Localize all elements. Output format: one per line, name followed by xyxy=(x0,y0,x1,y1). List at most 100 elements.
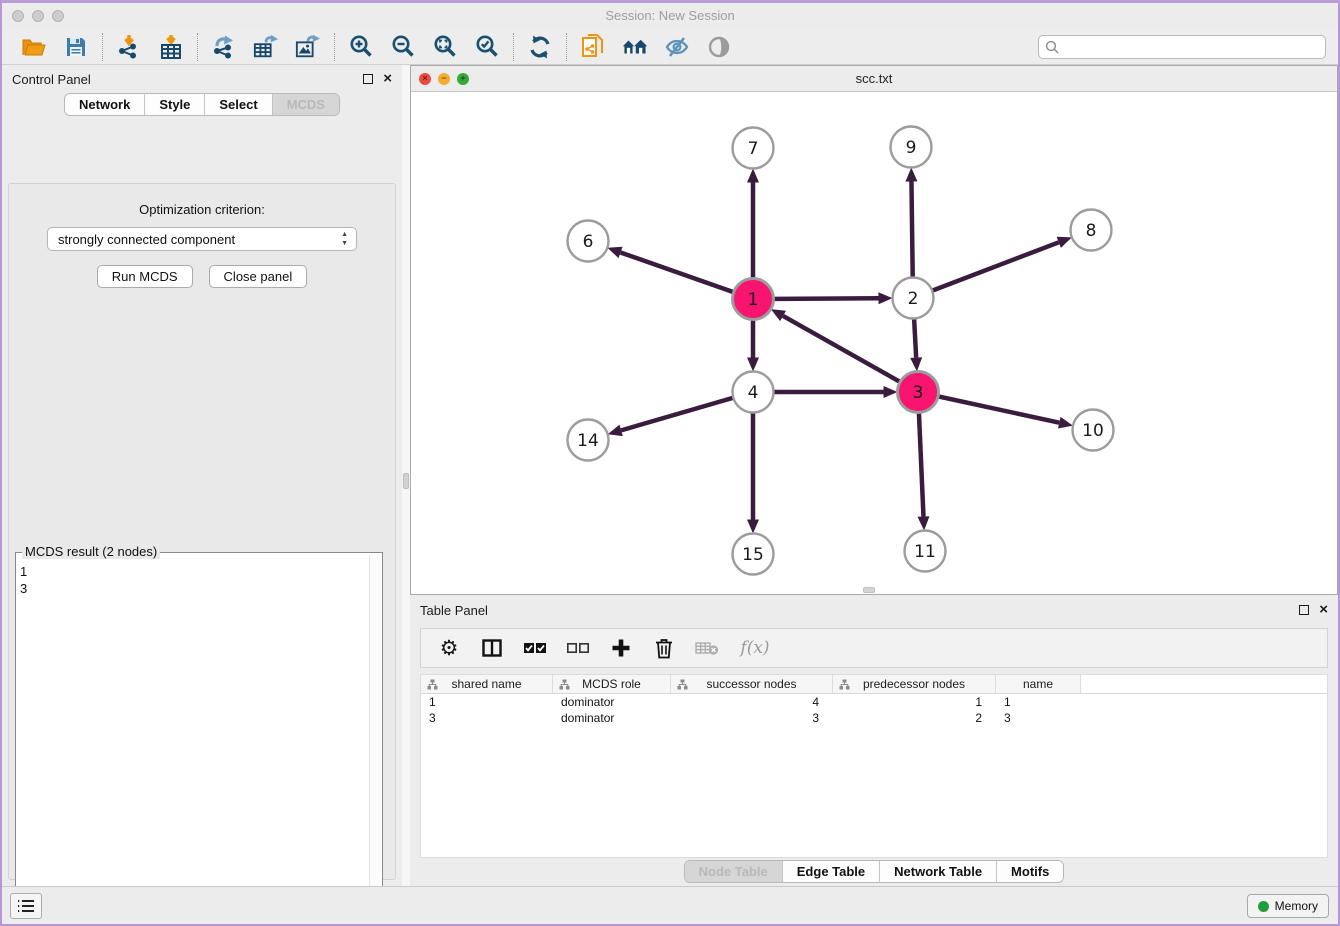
run-mcds-button[interactable]: Run MCDS xyxy=(97,265,193,288)
float-panel-icon[interactable] xyxy=(363,74,373,84)
optimization-criterion-label: Optimization criterion: xyxy=(9,202,395,217)
node-3[interactable]: 3 xyxy=(898,372,939,413)
fit-content-icon[interactable] xyxy=(432,34,458,60)
tab-edge-table[interactable]: Edge Table xyxy=(783,861,880,882)
node-1[interactable]: 1 xyxy=(733,279,774,320)
memory-button[interactable]: Memory xyxy=(1247,894,1329,918)
cell[interactable]: 3 xyxy=(996,710,1081,726)
svg-text:7: 7 xyxy=(748,139,759,159)
statusbar: Memory xyxy=(2,886,1338,924)
clone-network-icon[interactable] xyxy=(580,34,606,60)
edge-2-8[interactable] xyxy=(913,242,1059,298)
tab-style[interactable]: Style xyxy=(145,94,205,115)
refresh-icon[interactable] xyxy=(527,34,553,60)
tab-network[interactable]: Network xyxy=(65,94,145,115)
search-input[interactable] xyxy=(1038,35,1326,59)
node-14[interactable]: 14 xyxy=(568,420,609,461)
svg-text:1: 1 xyxy=(748,290,759,310)
main-toolbar xyxy=(2,29,1338,65)
cell[interactable]: 3 xyxy=(671,710,833,726)
horizontal-splitter-grip[interactable] xyxy=(863,587,875,593)
cell[interactable]: dominator xyxy=(553,710,671,726)
network-canvas[interactable]: 7 9 6 8 1 2 4 3 14 10 15 11 xyxy=(411,92,1337,594)
splitter-grip[interactable] xyxy=(403,473,409,489)
column-header-MCDS-role[interactable]: MCDS role xyxy=(553,675,671,693)
node-10[interactable]: 10 xyxy=(1073,410,1114,451)
cell[interactable]: dominator xyxy=(553,694,671,710)
cell[interactable]: 2 xyxy=(833,710,996,726)
node-11[interactable]: 11 xyxy=(905,531,946,572)
task-history-button[interactable] xyxy=(10,893,42,919)
result-scrollbar[interactable] xyxy=(369,555,380,926)
first-neighbors-icon[interactable] xyxy=(622,34,648,60)
import-table-icon[interactable] xyxy=(158,34,184,60)
open-file-icon[interactable] xyxy=(21,34,47,60)
cell[interactable]: 1 xyxy=(996,694,1081,710)
network-window-titlebar[interactable]: × − + scc.txt xyxy=(411,66,1337,92)
show-column-panel-icon[interactable] xyxy=(480,636,504,660)
vertical-splitter[interactable] xyxy=(402,65,410,886)
table-toolbar: ⚙ f(x) xyxy=(420,628,1328,668)
node-6[interactable]: 6 xyxy=(568,221,609,262)
cell[interactable]: 4 xyxy=(671,694,833,710)
add-column-icon[interactable] xyxy=(609,636,633,660)
settings-gear-icon[interactable]: ⚙ xyxy=(437,636,461,660)
delete-column-icon[interactable] xyxy=(652,636,676,660)
application-window: Session: New Session xyxy=(0,0,1340,926)
optimization-select[interactable]: strongly connected component ▲▼ xyxy=(47,227,357,251)
svg-text:9: 9 xyxy=(906,138,917,158)
function-builder-icon[interactable]: f(x) xyxy=(738,636,772,660)
show-all-icon[interactable] xyxy=(706,34,732,60)
session-title: Session: New Session xyxy=(2,8,1338,23)
network-window-title: scc.txt xyxy=(411,71,1337,86)
node-9[interactable]: 9 xyxy=(891,127,932,168)
cell[interactable]: 1 xyxy=(421,694,553,710)
tab-node-table[interactable]: Node Table xyxy=(685,861,783,882)
float-table-panel-icon[interactable] xyxy=(1299,605,1309,615)
zoom-out-icon[interactable] xyxy=(390,34,416,60)
node-7[interactable]: 7 xyxy=(733,128,774,169)
export-image-icon[interactable] xyxy=(295,34,321,60)
column-type-icon xyxy=(427,679,438,690)
node-table[interactable]: shared nameMCDS rolesuccessor nodesprede… xyxy=(420,674,1328,858)
close-panel-button[interactable]: Close panel xyxy=(209,265,308,288)
node-8[interactable]: 8 xyxy=(1071,210,1112,251)
zoom-in-icon[interactable] xyxy=(348,34,374,60)
node-15[interactable]: 15 xyxy=(733,534,774,575)
edge-3-1[interactable] xyxy=(783,316,918,392)
column-header-successor-nodes[interactable]: successor nodes xyxy=(671,675,833,693)
tab-mcds[interactable]: MCDS xyxy=(273,94,339,115)
delete-table-icon[interactable] xyxy=(695,636,719,660)
node-2[interactable]: 2 xyxy=(893,278,934,319)
hide-selected-icon[interactable] xyxy=(664,34,690,60)
select-all-icon[interactable] xyxy=(523,636,547,660)
mcds-result-group: MCDS result (2 nodes) 13 xyxy=(15,552,383,926)
zoom-selected-icon[interactable] xyxy=(474,34,500,60)
tab-network-table[interactable]: Network Table xyxy=(880,861,997,882)
close-panel-icon[interactable]: × xyxy=(383,74,392,84)
close-table-panel-icon[interactable]: × xyxy=(1319,605,1328,615)
table-row[interactable]: 1dominator411 xyxy=(421,694,1327,710)
node-4[interactable]: 4 xyxy=(733,372,774,413)
table-panel-title: Table Panel xyxy=(420,603,488,618)
table-header-row: shared nameMCDS rolesuccessor nodesprede… xyxy=(421,675,1327,694)
cell[interactable]: 1 xyxy=(833,694,996,710)
table-row[interactable]: 3dominator323 xyxy=(421,710,1327,726)
network-graph[interactable]: 7 9 6 8 1 2 4 3 14 10 15 11 xyxy=(411,92,1340,594)
tab-select[interactable]: Select xyxy=(205,94,272,115)
mcds-result-list[interactable]: 13 xyxy=(20,563,368,926)
import-network-icon[interactable] xyxy=(116,34,142,60)
tab-motifs[interactable]: Motifs xyxy=(997,861,1063,882)
svg-text:6: 6 xyxy=(583,232,594,252)
column-header-name[interactable]: name xyxy=(996,675,1081,693)
deselect-all-icon[interactable] xyxy=(566,636,590,660)
export-table-icon[interactable] xyxy=(253,34,279,60)
column-header-predecessor-nodes[interactable]: predecessor nodes xyxy=(833,675,996,693)
column-type-icon xyxy=(559,679,570,690)
export-network-icon[interactable] xyxy=(211,34,237,60)
cell[interactable]: 3 xyxy=(421,710,553,726)
optimization-select-value: strongly connected component xyxy=(58,232,235,247)
column-header-shared-name[interactable]: shared name xyxy=(421,675,553,693)
mcds-result-title: MCDS result (2 nodes) xyxy=(22,544,160,559)
save-session-icon[interactable] xyxy=(63,34,89,60)
